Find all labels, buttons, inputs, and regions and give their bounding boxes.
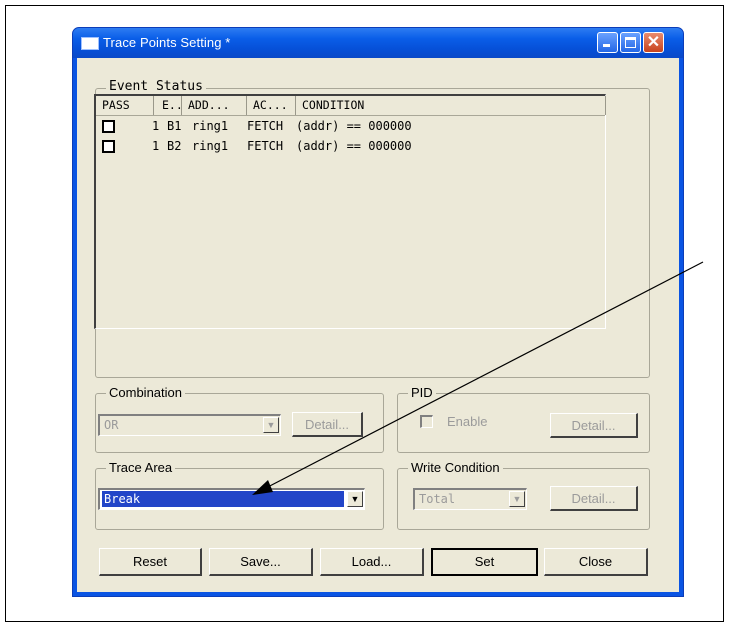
callout-arrow bbox=[252, 261, 704, 495]
